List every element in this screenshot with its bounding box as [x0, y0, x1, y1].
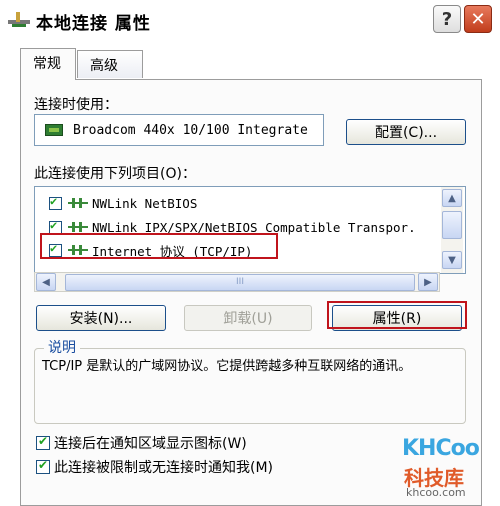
tab-general[interactable]: 常规 — [20, 48, 76, 80]
show-icon-option[interactable]: 连接后在通知区域显示图标(W) — [36, 433, 247, 453]
checkbox[interactable] — [36, 458, 50, 474]
horizontal-scrollbar[interactable]: ◀ III ▶ — [34, 272, 440, 292]
uninstall-button: 卸载(U) — [184, 305, 312, 331]
option-label: 此连接被限制或无连接时通知我(M) — [54, 460, 274, 476]
network-adapter-icon — [45, 124, 63, 136]
scroll-left-icon[interactable]: ◀ — [36, 273, 56, 291]
configure-button[interactable]: 配置(C)... — [346, 119, 466, 145]
close-button[interactable]: ✕ — [464, 5, 492, 33]
install-button[interactable]: 安装(N)... — [36, 305, 166, 331]
components-list[interactable]: NWLink NetBIOS NWLink IPX/SPX/NetBIOS Co… — [34, 186, 466, 274]
option-label: 连接后在通知区域显示图标(W) — [54, 436, 247, 452]
tab-advanced[interactable]: 高级 — [77, 50, 143, 78]
list-item-nwlink-netbios[interactable]: NWLink NetBIOS — [49, 193, 197, 213]
title-bar[interactable]: 本地连接 属性 ? ✕ — [0, 0, 500, 40]
tcpip-highlight-box — [40, 233, 278, 259]
watermark-url: khcoo.com — [406, 486, 466, 499]
checkbox[interactable] — [49, 218, 62, 234]
notify-option[interactable]: 此连接被限制或无连接时通知我(M) — [36, 457, 273, 477]
components-label: 此连接使用下列项目(O)： — [34, 166, 196, 182]
description-text: TCP/IP 是默认的广域网协议。它提供跨越多种互联网络的通讯。 — [42, 359, 412, 374]
help-button[interactable]: ? — [433, 5, 461, 33]
checkbox[interactable] — [36, 434, 50, 450]
list-item-label: NWLink NetBIOS — [92, 195, 198, 211]
window-title: 本地连接 属性 — [36, 14, 151, 34]
scroll-down-icon[interactable]: ▼ — [442, 251, 462, 269]
network-connection-icon — [8, 12, 30, 27]
vertical-scrollbar[interactable]: ▲ ▼ — [441, 187, 463, 273]
adapter-field: Broadcom 440x 10/100 Integrate — [34, 114, 324, 146]
properties-highlight-box — [327, 301, 467, 329]
scroll-up-icon[interactable]: ▲ — [442, 189, 462, 207]
protocol-icon — [68, 222, 88, 232]
checkbox[interactable] — [49, 194, 62, 210]
watermark-logo: KHCoo — [402, 436, 480, 461]
connect-using-label: 连接时使用： — [34, 97, 118, 113]
adapter-name: Broadcom 440x 10/100 Integrate — [73, 122, 308, 138]
scroll-thumb[interactable] — [442, 211, 462, 239]
scroll-right-icon[interactable]: ▶ — [418, 273, 438, 291]
watermark: KHCoo 科技库 khcoo.com — [396, 436, 492, 502]
description-title: 说明 — [44, 337, 80, 357]
scroll-thumb[interactable]: III — [65, 274, 415, 291]
protocol-icon — [68, 198, 88, 208]
